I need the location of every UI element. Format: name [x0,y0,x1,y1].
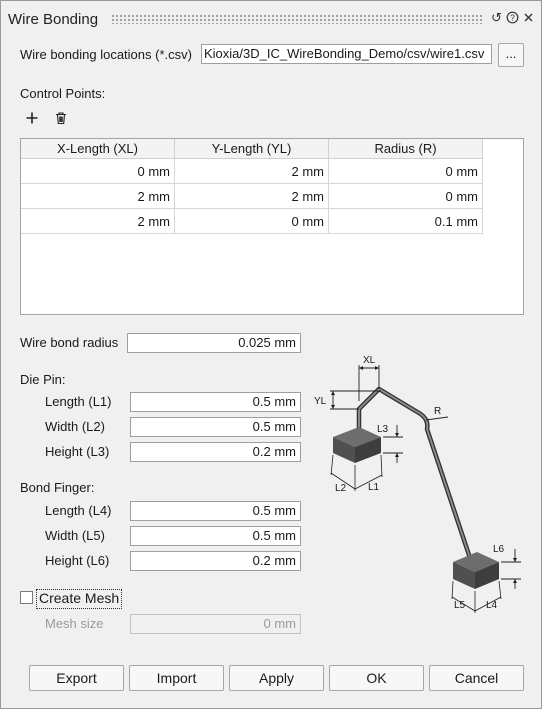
table-cell[interactable]: 0 mm [175,209,329,234]
table-cell[interactable]: 2 mm [175,159,329,184]
column-header-radius[interactable]: Radius (R) [329,139,483,159]
control-points-label: Control Points: [20,86,106,101]
column-header-xl[interactable]: X-Length (XL) [21,139,175,159]
table-cell[interactable]: 2 mm [21,184,175,209]
close-icon[interactable] [522,11,535,24]
cancel-button[interactable]: Cancel [429,665,524,691]
diagram-label-xl: XL [363,355,376,366]
wire-bond-radius-field[interactable]: 0.025 mm [127,333,301,353]
import-button[interactable]: Import [129,665,224,691]
die-pin-width-label: Width (L2) [45,419,105,434]
svg-text:?: ? [510,13,515,23]
die-pin-height-field[interactable]: 0.2 mm [130,442,301,462]
table-cell[interactable]: 0 mm [329,159,483,184]
trash-icon[interactable] [54,111,68,125]
die-pin-height-label: Height (L3) [45,444,110,459]
diagram-label-l6: L6 [493,544,505,555]
wire-bond-radius-label: Wire bond radius [20,335,119,350]
diagram-label-l1: L1 [368,482,380,493]
diagram-label-r: R [434,406,441,417]
die-pin-length-label: Length (L1) [45,394,112,409]
title-bar[interactable]: Wire Bonding ↺ ? [1,1,541,37]
reset-icon[interactable]: ↺ [490,11,503,24]
locations-label: Wire bonding locations (*.csv) [20,47,192,62]
bond-finger-length-label: Length (L4) [45,503,112,518]
diagram-label-yl: YL [314,396,327,407]
dialog-title: Wire Bonding [8,11,99,28]
die-pin-length-field[interactable]: 0.5 mm [130,392,301,412]
diagram-label-l5: L5 [454,600,466,611]
csv-path-field[interactable]: Kioxia/3D_IC_WireBonding_Demo/csv/wire1.… [201,44,492,64]
plus-icon[interactable] [25,111,39,125]
create-mesh-checkbox[interactable] [20,591,33,604]
create-mesh-label[interactable]: Create Mesh [36,589,123,609]
apply-button[interactable]: Apply [229,665,324,691]
die-pin-label: Die Pin: [20,372,66,387]
drag-grip[interactable] [111,14,483,24]
ok-button[interactable]: OK [329,665,424,691]
table-cell[interactable]: 2 mm [175,184,329,209]
table-cell[interactable]: 0 mm [329,184,483,209]
diagram-label-l2: L2 [335,483,347,494]
diagram-label-l4: L4 [486,600,498,611]
help-icon[interactable]: ? [506,11,519,24]
mesh-size-label: Mesh size [45,616,104,631]
bond-finger-length-field[interactable]: 0.5 mm [130,501,301,521]
table-cell[interactable]: 0 mm [21,159,175,184]
wire-bonding-dialog: Wire Bonding ↺ ? Wire bonding locations … [0,0,542,709]
table-cell[interactable]: 0.1 mm [329,209,483,234]
export-button[interactable]: Export [29,665,124,691]
bond-finger-height-label: Height (L6) [45,553,110,568]
bond-finger-height-field[interactable]: 0.2 mm [130,551,301,571]
table-cell[interactable]: 2 mm [21,209,175,234]
bond-finger-width-field[interactable]: 0.5 mm [130,526,301,546]
control-points-table[interactable]: X-Length (XL) Y-Length (YL) Radius (R) 0… [20,138,524,315]
bond-finger-label: Bond Finger: [20,480,95,495]
diagram-label-l3: L3 [377,424,389,435]
die-pin-width-field[interactable]: 0.5 mm [130,417,301,437]
bond-finger-width-label: Width (L5) [45,528,105,543]
wire-bond-diagram: XL YL R L3 L2 L1 L6 L5 L4 [314,355,521,613]
column-header-yl[interactable]: Y-Length (YL) [175,139,329,159]
browse-button[interactable]: ... [498,43,524,67]
mesh-size-field: 0 mm [130,614,301,634]
